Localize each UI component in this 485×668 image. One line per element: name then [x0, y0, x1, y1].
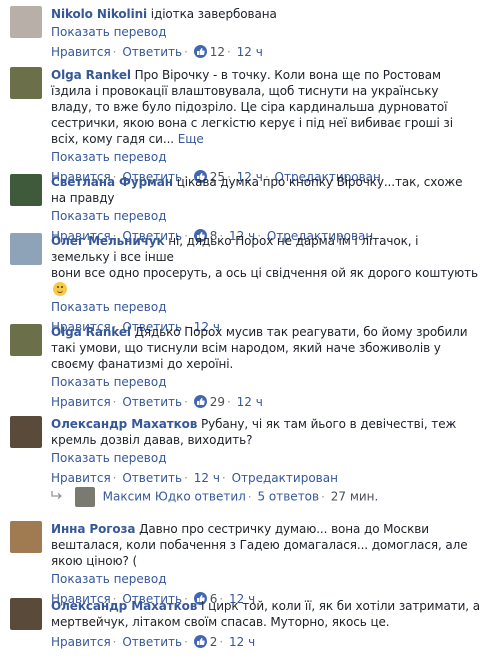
show-translation-link[interactable]: Показать перевод: [51, 375, 167, 389]
show-translation-link[interactable]: Показать перевод: [51, 25, 167, 39]
avatar[interactable]: [10, 233, 42, 265]
comment-author[interactable]: Olga Rankel: [51, 325, 131, 339]
like-link[interactable]: Нравится: [51, 471, 111, 485]
like-link[interactable]: Нравится: [51, 395, 111, 409]
comment-author[interactable]: Олег Мельничук: [51, 234, 165, 248]
reply-action[interactable]: ответил: [195, 490, 246, 504]
avatar[interactable]: [10, 174, 42, 206]
avatar[interactable]: [10, 324, 42, 356]
show-translation-link[interactable]: Показать перевод: [51, 300, 167, 314]
avatar[interactable]: [10, 67, 42, 99]
avatar[interactable]: [10, 521, 42, 553]
comment-text-line: вони все одно просеруть, а ось ці свідче…: [51, 266, 479, 280]
thumbs-up-icon: [193, 635, 207, 648]
show-translation-link[interactable]: Показать перевод: [51, 451, 167, 465]
like-count[interactable]: 12: [193, 45, 225, 59]
show-translation-link[interactable]: Показать перевод: [51, 150, 167, 164]
comment-author[interactable]: Инна Рогоза: [51, 522, 136, 536]
avatar[interactable]: [10, 6, 42, 38]
edited-link[interactable]: Отредактирован: [232, 471, 338, 485]
reply-link[interactable]: Ответить: [122, 635, 182, 649]
like-count[interactable]: 29: [193, 395, 225, 409]
avatar[interactable]: [74, 487, 95, 507]
thumbs-up-icon: [193, 45, 207, 58]
like-link[interactable]: Нравится: [51, 635, 111, 649]
reply-link[interactable]: Ответить: [122, 45, 182, 59]
see-more-link[interactable]: Еще: [178, 132, 204, 146]
reply-link[interactable]: Ответить: [122, 471, 182, 485]
show-translation-link[interactable]: Показать перевод: [51, 209, 167, 223]
reply-author[interactable]: Максим Юдко: [103, 490, 191, 504]
comment-author[interactable]: Олександр Махатков: [51, 417, 197, 431]
reply-arrow-icon: [51, 490, 65, 504]
avatar[interactable]: [10, 416, 42, 448]
replies-summary[interactable]: Максим Юдко ответил · 5 ответов · 27 мин.: [51, 487, 378, 507]
comment-text: ідіотка завербована: [150, 7, 277, 21]
thumbs-up-icon: [193, 395, 207, 408]
like-count[interactable]: 2: [193, 635, 217, 649]
reply-count[interactable]: 5 ответов: [257, 490, 319, 504]
comment-author[interactable]: Nikolo Nikolini: [51, 7, 147, 21]
timestamp[interactable]: 12 ч: [194, 471, 220, 485]
timestamp[interactable]: 12 ч: [237, 395, 263, 409]
reply-link[interactable]: Ответить: [122, 395, 182, 409]
comment-author[interactable]: Олександр Махатков: [51, 599, 197, 613]
like-link[interactable]: Нравится: [51, 45, 111, 59]
reply-time: 27 мин.: [330, 489, 379, 504]
timestamp[interactable]: 12 ч: [229, 635, 255, 649]
show-translation-link[interactable]: Показать перевод: [51, 572, 167, 586]
avatar[interactable]: [10, 598, 42, 630]
timestamp[interactable]: 12 ч: [237, 45, 263, 59]
smile-emoji-icon: [53, 282, 67, 296]
comment-author[interactable]: Светлана Фурман: [51, 175, 173, 189]
comment-author[interactable]: Olga Rankel: [51, 68, 131, 82]
